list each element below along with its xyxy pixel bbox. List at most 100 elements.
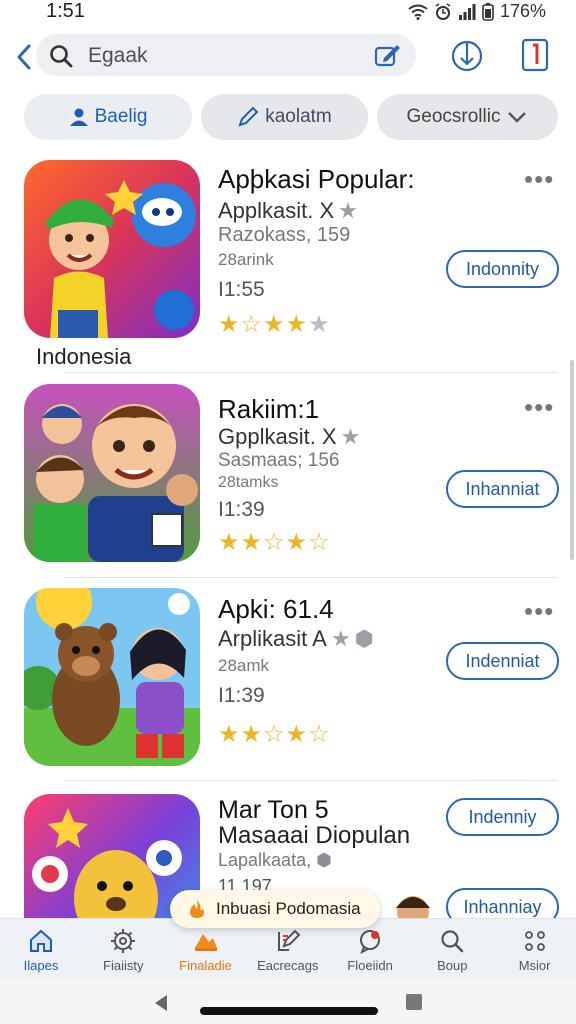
cartoon-bear-girl-image (24, 588, 200, 766)
grid-icon (524, 931, 545, 951)
star-icon: ★ (338, 198, 358, 223)
app-caption: Indonesia (36, 344, 132, 369)
install-button[interactable]: Indonnity (446, 250, 559, 288)
rating-stars: ★★☆★☆ (218, 720, 331, 749)
app-subtitle-text: Arplikasit A (218, 626, 327, 651)
chip-label: Baelig (94, 106, 148, 127)
star-half-icon: ☆ (263, 721, 286, 748)
edit-icon[interactable] (374, 42, 402, 68)
app-title[interactable]: Rakiim:1 (218, 394, 319, 425)
app-subtitle: Arplikasit A ★ ⬢ (218, 626, 374, 652)
star-icon: ★ (218, 529, 241, 556)
search-field[interactable]: Egaak (36, 34, 416, 76)
nav-item-ilapes[interactable]: Ilapes (0, 919, 82, 979)
app-subtitle: Masaaai Diopulan (218, 822, 411, 849)
chip-label: kaolatm (265, 106, 332, 127)
app-title[interactable]: Apki: 61.4 (218, 594, 334, 625)
star-icon: ★ (285, 721, 309, 748)
app-meta: Lapalkaata, ⬢ (218, 850, 332, 871)
more-options-icon[interactable]: ••• (524, 596, 554, 627)
edit-icon (277, 929, 301, 951)
flame-icon (190, 900, 204, 918)
app-thumbnail[interactable] (24, 384, 200, 562)
star-icon: ★ (218, 721, 241, 748)
wifi-icon (408, 4, 428, 20)
chip-baelig[interactable]: Baelig (24, 94, 192, 140)
back-chevron-icon[interactable] (12, 38, 36, 76)
back-triangle-icon[interactable] (150, 992, 172, 1014)
divider (64, 780, 558, 781)
gear-icon (111, 929, 136, 953)
app-meta-secondary: 28tamks (218, 474, 279, 491)
nav-label: Floeiidn (347, 958, 393, 973)
nav-label: Msior (518, 958, 551, 973)
search-icon (441, 930, 464, 953)
alarm-icon (435, 2, 451, 20)
app-meta-text: Lapalkaata, (218, 850, 312, 870)
app-thumbnail[interactable] (24, 588, 200, 766)
star-half-icon: ☆ (240, 311, 264, 338)
nav-item-eacrecags[interactable]: Eacrecags (247, 919, 329, 979)
cartoon-kids-image (24, 384, 200, 562)
chip-geocsrollic[interactable]: Geocsrollic (377, 94, 558, 140)
app-title[interactable]: Apþkasi Popular: (218, 164, 415, 195)
app-thumbnail[interactable] (24, 160, 200, 338)
star-half-icon: ☆ (263, 529, 286, 556)
nav-item-boup[interactable]: Boup (411, 919, 493, 979)
shield-icon: ⬢ (354, 626, 374, 651)
app-card[interactable]: Rakiim:1 Gpplkasit. X ★ Sasmaas; 156 28ta… (0, 382, 576, 582)
app-subtitle-text: Applkasit. X (218, 198, 335, 223)
star-icon: ★ (308, 311, 331, 338)
home-indicator[interactable] (200, 1007, 378, 1015)
star-half-icon: ☆ (308, 529, 331, 556)
star-icon: ★ (285, 311, 309, 338)
download-icon[interactable] (449, 36, 485, 74)
app-subtitle-text: Gpplkasit. X (218, 424, 337, 449)
battery-icon (482, 2, 494, 21)
install-button[interactable]: Indenniy (446, 798, 559, 836)
nav-item-finaladie[interactable]: Finaladie (165, 919, 247, 979)
toast-text: Inbuasi Podomasia (216, 899, 361, 918)
top-bar: Egaak (0, 34, 576, 80)
nav-label: Fiaiisty (103, 958, 144, 973)
star-icon: ★ (330, 626, 351, 651)
install-button[interactable]: Indenniat (446, 642, 559, 680)
nav-item-msior[interactable]: Msior (494, 919, 576, 979)
install-button-secondary[interactable]: Inhanniay (446, 888, 559, 918)
star-icon: ★ (240, 721, 264, 748)
more-options-icon[interactable]: ••• (524, 164, 554, 195)
chip-label: Geocsrollic (406, 106, 501, 127)
bookmark-icon[interactable] (517, 36, 553, 74)
home-icon (30, 929, 52, 952)
app-subtitle: Applkasit. X ★ (218, 198, 358, 224)
star-icon: ★ (263, 311, 286, 338)
nav-item-floeiidn[interactable]: Floeiidn (329, 919, 411, 979)
app-version: I1:55 (218, 278, 265, 301)
nav-item-fiaiisty[interactable]: Fiaiisty (82, 919, 164, 979)
recents-square-icon[interactable] (404, 992, 424, 1012)
chat-icon (360, 930, 381, 954)
divider (64, 372, 558, 373)
nav-label: Ilapes (23, 958, 59, 973)
scrollbar[interactable] (570, 360, 574, 560)
app-card[interactable]: Apþkasi Popular: Applkasit. X ★ Razokass,… (0, 158, 576, 358)
status-time: 1:51 (46, 0, 85, 22)
app-meta: 28amk (218, 656, 270, 675)
cartoon-boy-image (24, 160, 200, 338)
app-card[interactable]: Apki: 61.4 Arplikasit A ★ ⬢ 28amk I1:39 ★★… (0, 586, 576, 786)
star-icon: ★ (218, 311, 241, 338)
install-button[interactable]: Inhanniat (446, 470, 559, 508)
toast-notification[interactable]: Inbuasi Podomasia (170, 890, 380, 928)
search-input[interactable]: Egaak (88, 44, 148, 68)
nav-label: Eacrecags (257, 958, 319, 973)
chip-kaolatm[interactable]: kaolatm (201, 94, 368, 140)
signal-icon (458, 3, 476, 20)
filter-chips: Baelig kaolatm Geocsrollic (24, 94, 564, 140)
more-options-icon[interactable]: ••• (524, 392, 554, 423)
rating-stars: ★☆★★★ (218, 310, 331, 339)
nav-label: Boup (437, 958, 468, 973)
star-icon: ★ (240, 529, 264, 556)
app-title[interactable]: Mar Ton 5 (218, 796, 329, 825)
search-icon (50, 45, 73, 68)
nav-label: Finaladie (179, 958, 232, 973)
